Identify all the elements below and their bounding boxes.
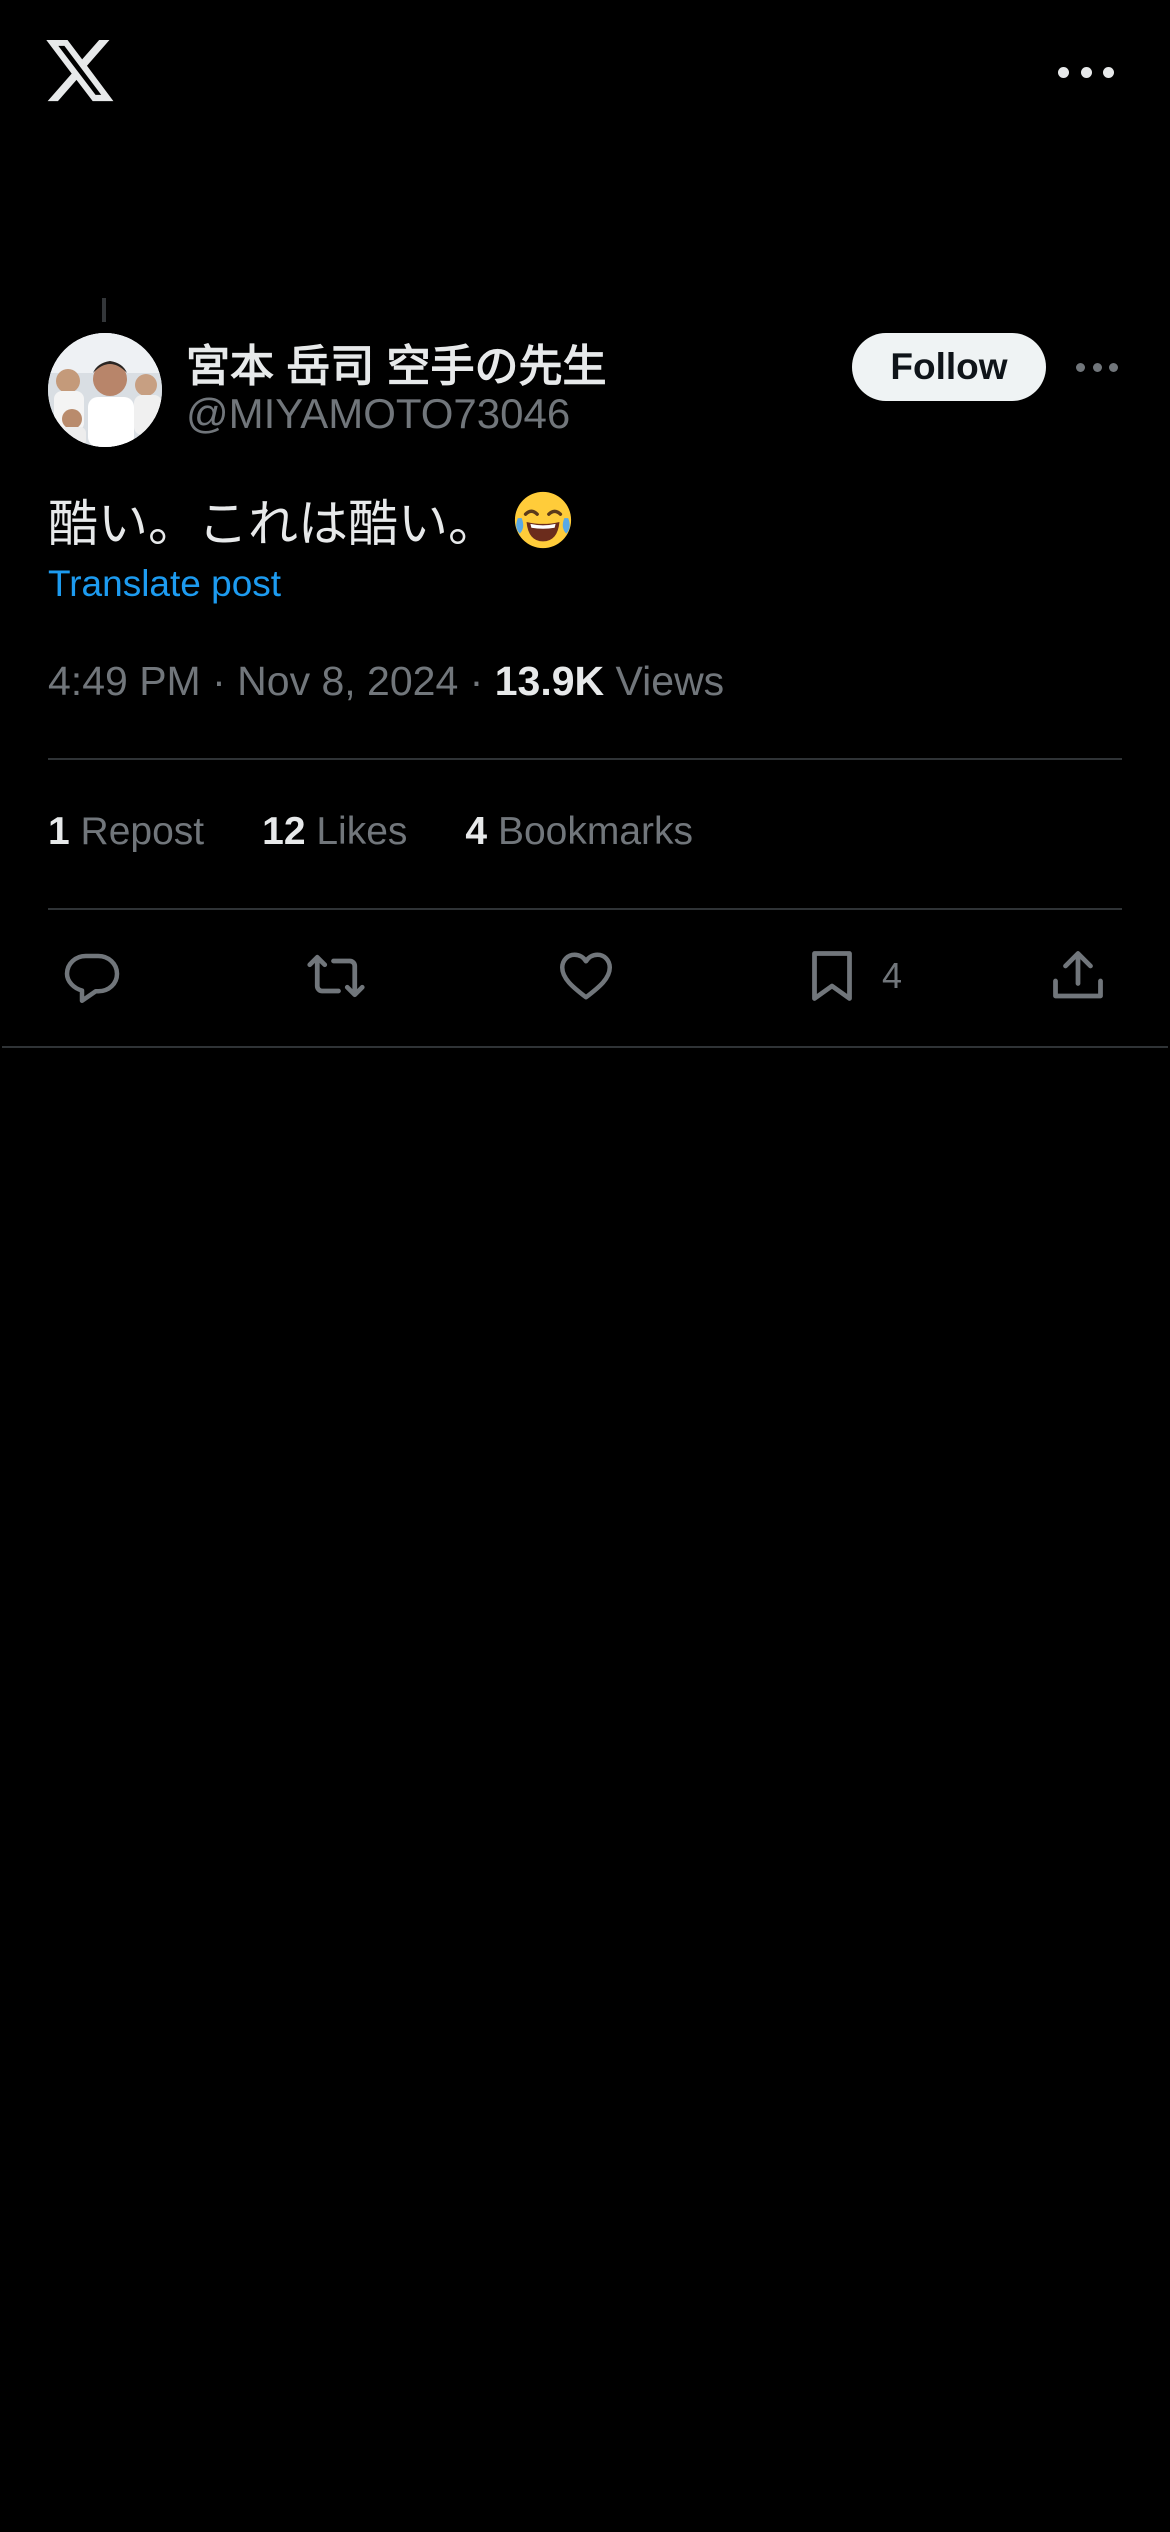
views-label: Views <box>616 658 725 704</box>
meta-separator: · <box>212 658 238 704</box>
bookmark-button[interactable]: 4 <box>802 944 902 1008</box>
divider <box>48 758 1122 760</box>
post-meta: 4:49 PM · Nov 8, 2024 · 13.9K Views <box>48 658 724 705</box>
bookmarks-stat[interactable]: 4 Bookmarks <box>465 810 693 854</box>
bookmarks-label: Bookmarks <box>497 810 694 853</box>
likes-stat[interactable]: 12 Likes <box>262 810 407 854</box>
views-label-text: Views <box>615 658 725 704</box>
bookmark-icon <box>812 951 852 1001</box>
top-bar <box>0 0 1170 150</box>
meta-separator: · <box>469 658 495 704</box>
post-text: 酷い。これは酷い。 <box>48 484 574 556</box>
thread-connector-line <box>102 298 106 322</box>
reply-button[interactable] <box>62 944 122 1008</box>
post-body: 酷い。これは酷い。 <box>48 496 498 552</box>
bookmark-count: 4 <box>882 955 903 996</box>
bookmarks-count: 4 <box>465 810 488 853</box>
avatar[interactable] <box>48 333 162 447</box>
post-time[interactable]: 4:49 PM <box>48 658 201 704</box>
heart-icon <box>560 952 612 1000</box>
translate-post-link[interactable]: Translate post <box>48 563 281 605</box>
author-handle[interactable]: @MIYAMOTO73046 <box>186 390 570 438</box>
more-options-icon[interactable] <box>1058 56 1114 88</box>
divider <box>48 908 1122 910</box>
views-count: 13.9K <box>494 658 605 704</box>
x-logo-icon[interactable] <box>46 40 116 104</box>
engagement-stats: 1 Repost 12 Likes 4 Bookmarks <box>48 810 751 854</box>
share-icon <box>1053 951 1103 999</box>
post-more-icon[interactable] <box>1076 360 1118 374</box>
repost-stat[interactable]: 1 Repost <box>48 810 204 854</box>
likes-label: Likes <box>316 810 408 853</box>
repost-button[interactable] <box>306 944 366 1008</box>
action-bar: 4 <box>0 936 1170 1020</box>
share-button[interactable] <box>1048 944 1108 1008</box>
like-button[interactable] <box>556 944 616 1008</box>
likes-count: 12 <box>262 810 306 853</box>
divider <box>2 1046 1168 1048</box>
face-with-tears-of-joy-emoji-icon <box>514 491 572 549</box>
reply-icon <box>64 953 120 1003</box>
avatar-photo <box>48 333 162 447</box>
follow-button[interactable]: Follow <box>852 333 1046 401</box>
repost-label: Repost <box>80 810 205 853</box>
post-date[interactable]: Nov 8, 2024 <box>237 658 458 704</box>
repost-icon <box>307 954 365 998</box>
repost-count: 1 <box>48 810 70 853</box>
author-display-name[interactable]: 宮本 岳司 空手の先生 <box>186 330 606 394</box>
